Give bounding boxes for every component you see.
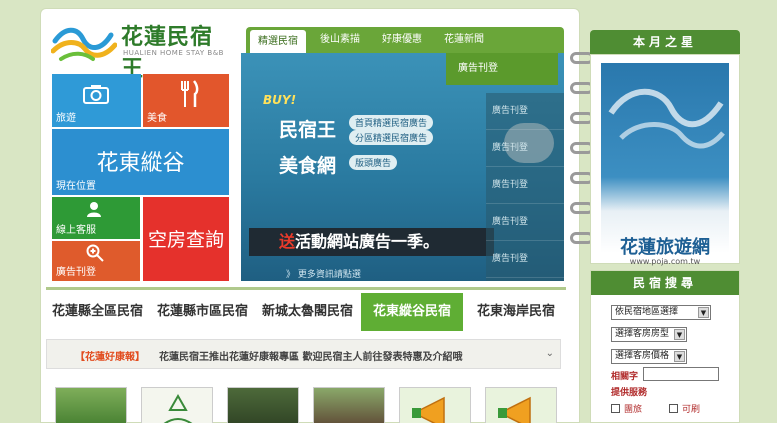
banner-tabs: 精選民宿 後山素描 好康優惠 花蓮新聞: [246, 27, 564, 53]
room-price-select[interactable]: 選擇客房價格 ▼: [611, 349, 687, 364]
travel-tile[interactable]: 旅遊: [52, 74, 141, 127]
service-label: 提供服務: [611, 388, 648, 398]
room-type-select[interactable]: 選擇客房房型 ▼: [611, 327, 687, 342]
online-service-tile[interactable]: 線上客服: [52, 197, 140, 239]
region-all[interactable]: 花蓮縣全區民宿: [46, 293, 149, 331]
tab-sketch[interactable]: 後山素描: [312, 27, 368, 53]
promo-red: 送: [279, 232, 296, 251]
banner-more-link[interactable]: 》 更多資訊請點選: [286, 267, 361, 280]
ad-banner[interactable]: BUY! 民宿王 首頁精選民宿廣告 分區精選民宿廣告 美食網 版頭廣告 送活動網…: [241, 53, 564, 281]
ad-tile[interactable]: 廣告刊登: [52, 241, 140, 281]
keyword-input[interactable]: [643, 367, 719, 381]
credit-card-label: 可刷: [682, 405, 701, 415]
banner-side-list: 廣告刊登 廣告刊登 廣告刊登 廣告刊登 廣告刊登: [486, 93, 564, 281]
tab-news[interactable]: 花蓮新聞: [436, 27, 492, 53]
logo-wave-icon: [51, 27, 117, 61]
star-of-month-title: 本月之星: [590, 30, 740, 54]
listing-thumbnail[interactable]: [55, 387, 127, 423]
megaphone-icon: [412, 396, 445, 423]
ad-placement-button[interactable]: 廣告刊登: [446, 53, 558, 85]
group-tour-label: 團旅: [624, 405, 643, 415]
side-item[interactable]: 廣告刊登: [486, 241, 564, 278]
banner-pill3: 版頭廣告: [349, 155, 398, 170]
user-icon: [87, 202, 101, 217]
region-coast[interactable]: 花東海岸民宿: [466, 293, 566, 331]
side-item[interactable]: 廣告刊登: [486, 204, 564, 241]
side-item[interactable]: 廣告刊登: [486, 167, 564, 204]
side-item[interactable]: 廣告刊登: [486, 93, 564, 130]
food-tile[interactable]: 美食: [143, 74, 229, 127]
room-search-tile[interactable]: 空房查詢: [143, 197, 229, 281]
travel-label: 旅遊: [56, 113, 76, 124]
region-taroko[interactable]: 新城太魯閣民宿: [256, 293, 359, 331]
site-logo[interactable]: 花蓮民宿王 HUALIEN HOME STAY B&B: [51, 17, 231, 82]
checkbox-box[interactable]: [611, 404, 620, 413]
ad-label: 廣告刊登: [56, 267, 96, 278]
listing-thumbnail[interactable]: [313, 387, 385, 423]
keyword-label: 相關字: [611, 372, 639, 382]
megaphone-icon: [498, 396, 531, 423]
zoom-in-icon: [86, 244, 104, 262]
region-tabs: 花蓮縣全區民宿 花蓮縣市區民宿 新城太魯閣民宿 花東縱谷民宿 花東海岸民宿: [46, 287, 566, 331]
checkbox-box[interactable]: [669, 404, 678, 413]
listing-thumbnail[interactable]: [399, 387, 471, 423]
room-search-label: 空房查詢: [147, 229, 224, 251]
bnb-search-panel: 民宿搜尋 依民宿地區選擇 ▼ 選擇客房房型 ▼ 選擇客房價格 ▼ 相關字 提供服務 團…: [590, 270, 740, 423]
region-select-value: 依民宿地區選擇: [615, 307, 679, 317]
side-item[interactable]: 廣告刊登: [486, 130, 564, 167]
banner-promo: 送活動網站廣告一季。: [249, 228, 494, 256]
tab-featured[interactable]: 精選民宿: [250, 30, 306, 53]
banner-pill2: 分區精選民宿廣告: [349, 130, 434, 145]
ticker-text[interactable]: 花蓮民宿王推出花蓮好康報專區 歡迎民宿主人前往發表特惠及介紹哦: [159, 348, 462, 363]
dropdown-arrow-icon: ▼: [698, 307, 709, 318]
news-ticker: 【花蓮好康報】 花蓮民宿王推出花蓮好康報專區 歡迎民宿主人前往發表特惠及介紹哦 …: [46, 339, 561, 369]
triangle-logo-icon: [163, 393, 193, 423]
group-tour-checkbox[interactable]: 團旅: [611, 402, 642, 415]
star-banner-image[interactable]: [601, 63, 729, 253]
listing-thumbnail[interactable]: [227, 387, 299, 423]
room-price-select-value: 選擇客房價格: [615, 351, 670, 361]
valley-tile[interactable]: 花東縱谷 現在位置: [52, 129, 229, 195]
search-title: 民宿搜尋: [591, 271, 739, 295]
star-name: 花蓮旅遊網: [620, 237, 710, 258]
valley-label: 花東縱谷: [96, 151, 185, 176]
swirl-logo-icon: [608, 88, 725, 149]
promo-text: 活動網站廣告一季。: [295, 232, 440, 251]
banner-line2: 美食網: [279, 155, 337, 177]
region-valley[interactable]: 花東縱谷民宿: [361, 293, 463, 331]
food-label: 美食: [147, 113, 167, 124]
banner-line1: 民宿王: [279, 119, 337, 141]
logo-subtitle: HUALIEN HOME STAY B&B: [123, 49, 224, 57]
dropdown-arrow-icon: ▼: [674, 329, 685, 340]
ticker-tag[interactable]: 【花蓮好康報】: [75, 348, 145, 363]
banner-buy: BUY!: [263, 93, 297, 107]
star-url: www.poja.com.tw: [629, 257, 701, 266]
banner-pill1: 首頁精選民宿廣告: [349, 115, 434, 130]
fork-knife-icon: [181, 80, 199, 107]
region-select[interactable]: 依民宿地區選擇 ▼: [611, 305, 711, 320]
credit-card-checkbox[interactable]: 可刷: [669, 402, 700, 415]
chevron-down-icon[interactable]: ⌄: [546, 348, 554, 359]
region-city[interactable]: 花蓮縣市區民宿: [151, 293, 254, 331]
listing-thumbnail[interactable]: [485, 387, 557, 423]
online-service-label: 線上客服: [56, 225, 96, 236]
room-type-select-value: 選擇客房房型: [615, 329, 670, 339]
main-panel: 花蓮民宿王 HUALIEN HOME STAY B&B 旅遊 美食 花東縱谷 現…: [40, 8, 580, 423]
dropdown-arrow-icon: ▼: [674, 351, 685, 362]
listing-thumbnail[interactable]: [141, 387, 213, 423]
star-of-month-box[interactable]: 花蓮旅遊網 www.poja.com.tw: [590, 54, 740, 266]
right-column: 本月之星 花蓮旅遊網 www.poja.com.tw 民宿搜尋 依民宿地區選擇 ▼…: [590, 30, 740, 423]
tab-deals[interactable]: 好康優惠: [374, 27, 430, 53]
current-location-label: 現在位置: [56, 181, 96, 192]
camera-icon: [83, 85, 109, 104]
